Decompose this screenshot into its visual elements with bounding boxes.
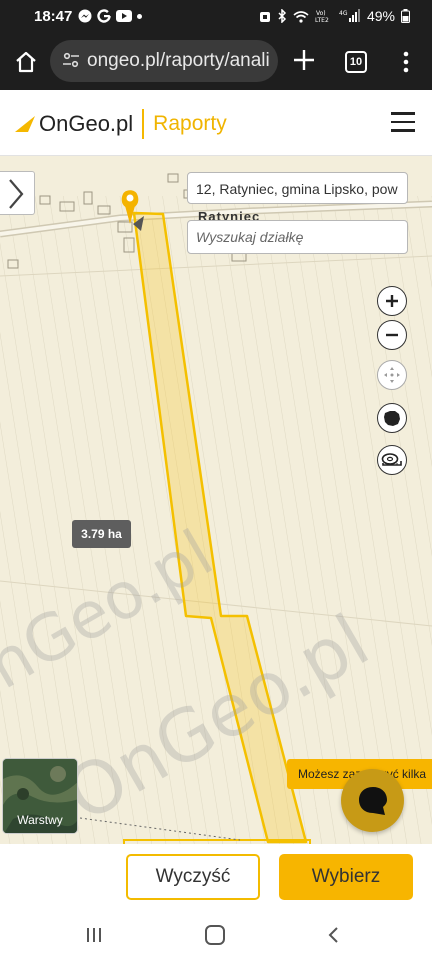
zoom-out-icon (386, 333, 398, 337)
action-bar: Wyczyść Wybierz (0, 844, 432, 910)
alarm-icon (259, 12, 270, 22)
logo-brand: OnGeo.pl (39, 111, 134, 136)
url-text: ongeo.pl/raporty/anali (87, 50, 270, 71)
zoom-in-button[interactable] (377, 286, 407, 316)
map-view[interactable]: OnGeo.pl OnGeo.pl Ratyniec 12, Ratyniec,… (0, 156, 432, 844)
measure-button[interactable] (377, 445, 407, 475)
wifi-icon (293, 10, 309, 23)
system-navigation-bar (0, 910, 432, 960)
status-time: 18:47 (34, 8, 73, 25)
parcel-area-label: 3.79 ha (72, 520, 131, 548)
logo-mark-icon (15, 116, 35, 132)
side-panel-toggle[interactable] (0, 171, 35, 215)
system-icons: Vo) LTE2 4G 49% (259, 8, 410, 24)
map-canvas[interactable] (0, 156, 432, 844)
locate-button[interactable] (377, 360, 407, 390)
clear-button[interactable]: Wyczyść (126, 854, 260, 900)
chevron-right-icon (9, 179, 24, 209)
home-icon[interactable] (205, 925, 225, 945)
signal-icon: 4G (339, 9, 360, 22)
site-settings-icon[interactable] (62, 51, 80, 69)
country-view-button[interactable] (377, 403, 407, 433)
logo-section: Raporty (153, 112, 227, 135)
select-button[interactable]: Wybierz (279, 854, 413, 900)
browser-home-icon[interactable] (12, 48, 40, 76)
poland-map-icon (384, 411, 400, 426)
more-notifications-icon (137, 13, 142, 19)
address-search-field[interactable]: 12, Ratyniec, gmina Lipsko, pow (187, 172, 408, 204)
status-bar: 18:47 Vo) LTE2 4G 49% (0, 0, 432, 34)
logo-divider (142, 109, 145, 139)
svg-text:LTE2: LTE2 (315, 17, 329, 23)
zoom-in-icon (386, 295, 398, 307)
browser-toolbar: ongeo.pl/raporty/anali 10 (0, 34, 432, 90)
chat-button[interactable] (341, 769, 404, 832)
ongeo-logo[interactable]: OnGeo.pl Raporty (14, 109, 227, 139)
notification-icons (78, 9, 142, 23)
hamburger-menu-icon[interactable] (391, 112, 415, 132)
browser-menu-icon[interactable] (398, 48, 414, 76)
zoom-out-button[interactable] (377, 320, 407, 350)
battery-icon (401, 9, 410, 23)
new-tab-icon[interactable] (290, 46, 318, 74)
messenger-icon (78, 9, 92, 23)
layers-button[interactable]: Warstwy (2, 758, 78, 834)
svg-text:4G: 4G (339, 10, 348, 17)
address-bar[interactable]: ongeo.pl/raporty/anali (50, 40, 278, 82)
parcel-search-input[interactable] (187, 220, 408, 254)
volte-icon: Vo)LTE2 (315, 10, 329, 23)
google-icon (97, 9, 111, 23)
back-icon[interactable] (326, 925, 340, 945)
bluetooth-icon (278, 9, 287, 23)
measure-icon (381, 453, 402, 466)
site-header: OnGeo.pl Raporty (0, 90, 432, 156)
youtube-icon (116, 10, 132, 22)
tab-switcher-button[interactable]: 10 (345, 51, 367, 73)
locate-icon (384, 367, 400, 383)
svg-text:Vo): Vo) (316, 10, 326, 17)
recent-apps-icon[interactable] (85, 925, 103, 945)
layers-label: Warstwy (17, 813, 63, 827)
battery-level: 49% (366, 8, 395, 24)
chat-icon (358, 786, 387, 815)
